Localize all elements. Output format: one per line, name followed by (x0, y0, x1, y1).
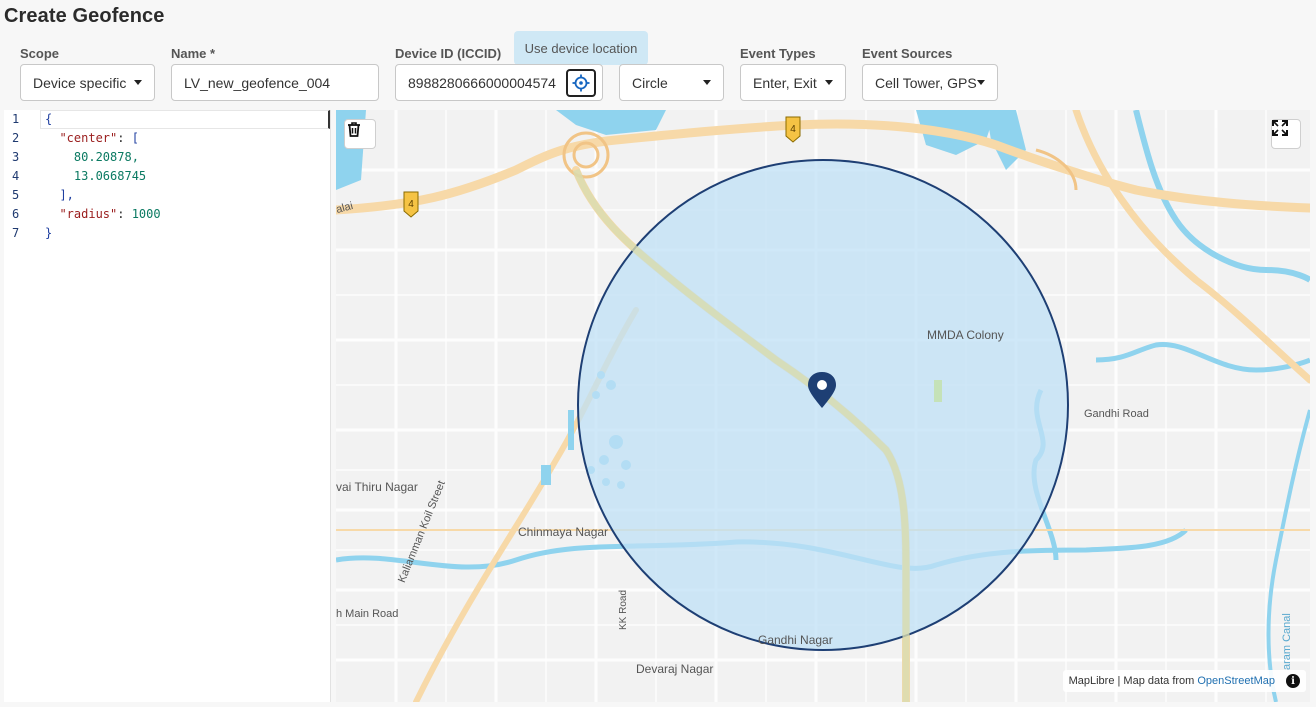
map-attribution: MapLibre | Map data from OpenStreetMap i (1062, 670, 1306, 692)
event-sources-label: Event Sources (862, 46, 953, 61)
event-types-value: Enter, Exit (753, 74, 817, 91)
map-label-gandhi-road: Gandhi Road (1084, 408, 1149, 420)
line-number: 2 (12, 131, 20, 145)
line-number-gutter: 1 2 3 4 5 6 7 (4, 110, 40, 702)
code-line: } (45, 226, 53, 240)
event-sources-value: Cell Tower, GPS (875, 74, 977, 91)
chevron-down-icon (134, 80, 142, 85)
page-title: Create Geofence (4, 5, 165, 27)
event-types-label: Event Types (740, 46, 816, 61)
code-line: ], (59, 188, 74, 202)
svg-text:4: 4 (790, 124, 796, 135)
chevron-down-icon (825, 80, 833, 85)
map-label-devaraj-nagar: Devaraj Nagar (636, 662, 714, 676)
scope-label: Scope (20, 46, 60, 61)
chevron-down-icon (703, 80, 711, 85)
line-number: 4 (12, 169, 20, 183)
event-types-select[interactable]: Enter, Exit (740, 64, 846, 101)
map-label-chinmaya-nagar: Chinmaya Nagar (518, 525, 609, 539)
line-number: 6 (12, 207, 20, 221)
create-geofence-page: Create Geofence Scope Name * Device ID (… (0, 0, 1316, 707)
info-icon[interactable]: i (1286, 674, 1300, 688)
map-view[interactable]: 4 4 MMDA Colony Gandhi Road vai Thiru Na… (336, 110, 1310, 702)
map-label-thiru-nagar: vai Thiru Nagar (336, 480, 418, 494)
crosshair-icon (572, 74, 590, 92)
device-id-label: Device ID (ICCID) (395, 46, 502, 61)
map-label-gandhi-nagar: Gandhi Nagar (758, 633, 833, 647)
map-canvas[interactable]: 4 4 (336, 110, 1310, 702)
trash-icon (348, 122, 360, 137)
use-device-location-button[interactable] (566, 69, 596, 97)
map-label-canal: aram Canal (1281, 613, 1293, 670)
line-number: 3 (12, 150, 20, 164)
use-device-location-tooltip: Use device location (514, 31, 648, 65)
map-label-kk-road: KK Road (618, 589, 629, 630)
name-field[interactable] (171, 64, 379, 101)
fullscreen-button[interactable] (1271, 119, 1301, 149)
line-number: 7 (12, 226, 20, 240)
svg-text:4: 4 (408, 199, 414, 210)
chevron-down-icon (977, 80, 985, 85)
device-id-input[interactable] (408, 74, 562, 91)
geojson-editor[interactable]: 1 2 3 4 5 6 7 { "center": [ 80.20878, 13… (4, 110, 331, 702)
code-line: 13.0668745 (73, 169, 147, 183)
shape-select[interactable]: Circle (619, 64, 724, 101)
line-number: 5 (12, 188, 20, 202)
map-label-mmda-colony: MMDA Colony (927, 328, 1004, 342)
water-bodies (336, 110, 1026, 190)
code-line: 80.20878, (73, 150, 139, 164)
expand-icon (1272, 120, 1288, 136)
openstreetmap-link[interactable]: OpenStreetMap (1197, 675, 1275, 687)
code-line: { (45, 112, 53, 126)
line-number: 1 (12, 112, 20, 126)
name-input[interactable] (184, 74, 366, 91)
highway-shield-4: 4 (785, 116, 801, 143)
scope-value: Device specific (33, 74, 127, 91)
delete-geofence-button[interactable] (344, 119, 376, 149)
event-sources-select[interactable]: Cell Tower, GPS (862, 64, 998, 101)
highway-shield-4: 4 (403, 191, 419, 218)
code-line: "center": [ (59, 131, 139, 145)
scope-select[interactable]: Device specific (20, 64, 155, 101)
shape-value: Circle (632, 74, 668, 91)
attribution-text: MapLibre | Map data from (1068, 675, 1195, 687)
code-line: "radius": 1000 (59, 207, 161, 221)
map-label-main-road: h Main Road (336, 608, 399, 620)
name-label: Name * (171, 46, 216, 61)
code-content[interactable]: { "center": [ 80.20878, 13.0668745 ], "r… (45, 110, 161, 243)
